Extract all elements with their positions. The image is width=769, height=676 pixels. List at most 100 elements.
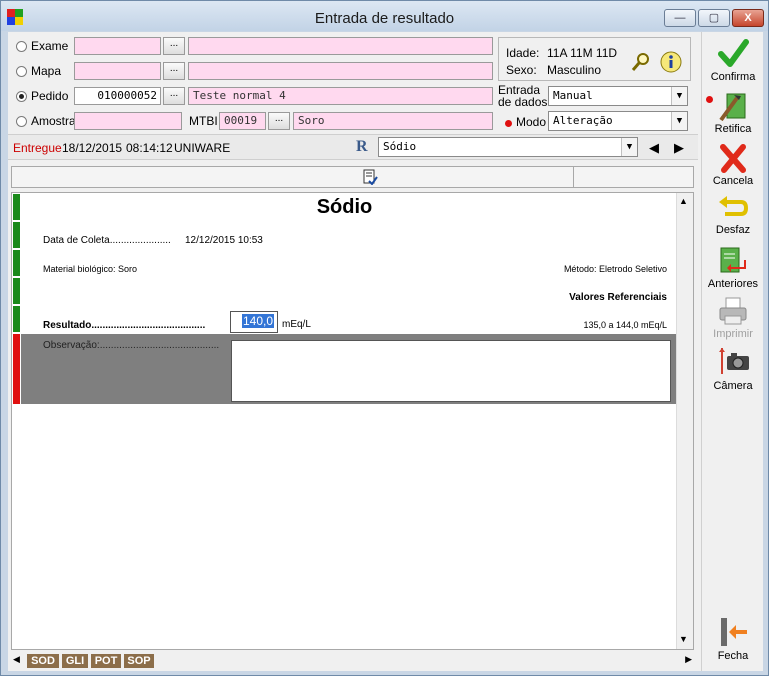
panel-tab-gli[interactable]: GLI [62, 654, 88, 668]
ref-range: 135,0 a 144,0 mEq/L [583, 320, 667, 330]
pedido-desc-field[interactable]: Teste normal 4 [188, 87, 493, 105]
sexo-label: Sexo: [506, 63, 537, 77]
observacao-label: Observação:.............................… [43, 340, 220, 351]
sheet-toolbar [11, 166, 694, 188]
panel-tab-sop[interactable]: SOP [124, 654, 154, 668]
panel-tab-sod[interactable]: SOD [27, 654, 59, 668]
check-icon [718, 39, 749, 67]
sexo-value: Masculino [547, 63, 602, 77]
pedido-label: Pedido [31, 89, 69, 103]
entrada-dados-select[interactable]: Manual ▼ [548, 86, 688, 106]
retifica-indicator-dot [706, 96, 713, 103]
mapa-desc-field[interactable] [188, 62, 493, 80]
search-icon[interactable] [631, 52, 651, 72]
r-icon[interactable]: R [356, 138, 368, 156]
entrada-dados-value: Manual [553, 89, 593, 102]
resultado-label: Resultado...............................… [43, 320, 206, 331]
cancela-button[interactable]: Cancela [702, 140, 764, 188]
amostra-code-field[interactable] [74, 112, 182, 130]
panel-tab-pot[interactable]: POT [91, 654, 121, 668]
modo-select[interactable]: Alteração ▼ [548, 111, 688, 131]
camera-label: Câmera [713, 380, 753, 392]
patient-info-box: Idade: 11A 11M 11D Sexo: Masculino [498, 37, 691, 81]
entrada-dados-label: Entrada de dados [498, 84, 547, 108]
observacao-textarea[interactable] [231, 340, 671, 402]
printer-icon [719, 297, 747, 325]
imprimir-button[interactable]: Imprimir [702, 294, 764, 342]
mtbi-code-field[interactable]: 00019 [219, 112, 266, 130]
minimize-button[interactable]: — [664, 9, 696, 27]
row-status-bar-green [13, 222, 20, 248]
desfaz-button[interactable]: Desfaz [702, 192, 764, 238]
mtbi-lookup-button[interactable]: ... [268, 112, 290, 130]
status-date: 18/12/2015 [62, 141, 123, 155]
exit-door-icon [721, 618, 747, 646]
scroll-left-icon[interactable]: ◀ [13, 654, 20, 665]
resultado-input[interactable]: 140,0 [230, 311, 278, 333]
result-sheet: Sódio Data de Coleta....................… [11, 192, 694, 650]
material-label: Material biológico: Soro [43, 264, 138, 274]
exame-desc-field[interactable] [188, 37, 493, 55]
chevron-down-icon[interactable]: ▼ [671, 87, 687, 105]
exame-radio[interactable] [16, 41, 27, 52]
modo-value: Alteração [553, 114, 613, 127]
pedido-code-field[interactable]: 010000052 [74, 87, 161, 105]
exame-lookup-button[interactable]: ... [163, 37, 185, 55]
mapa-label: Mapa [31, 64, 62, 78]
horizontal-scrollbar[interactable]: ◀ SOD GLI POT SOP ▶ [11, 652, 694, 668]
scroll-right-icon[interactable]: ▶ [685, 654, 692, 665]
confirma-button[interactable]: Confirma [702, 36, 764, 84]
status-bar: Entregue 18/12/2015 08:14:12 UNIWARE R S… [8, 134, 698, 160]
mapa-code-field[interactable] [74, 62, 161, 80]
action-sidebar: Confirma Retifica Cancela Desfaz Anterio… [701, 32, 763, 671]
chevron-down-icon[interactable]: ▼ [621, 138, 637, 156]
camera-button[interactable]: Câmera [702, 346, 764, 394]
prev-exam-icon[interactable]: ◀ [649, 140, 659, 156]
anteriores-button[interactable]: Anteriores [702, 244, 764, 292]
pedido-lookup-button[interactable]: ... [163, 87, 185, 105]
maximize-button[interactable]: ▢ [698, 9, 730, 27]
status-state: Entregue [13, 141, 62, 155]
mapa-radio[interactable] [16, 66, 27, 77]
next-exam-icon[interactable]: ▶ [674, 140, 684, 156]
amostra-label: Amostra [31, 114, 76, 128]
pedido-radio[interactable] [16, 91, 27, 102]
coleta-value: 12/12/2015 10:53 [185, 235, 263, 246]
info-icon[interactable] [659, 50, 683, 74]
cancela-label: Cancela [712, 175, 754, 187]
close-button[interactable]: X [732, 9, 764, 27]
title-bar: Entrada de resultado — ▢ X [1, 1, 768, 31]
exame-code-field[interactable] [74, 37, 161, 55]
fecha-label: Fecha [717, 650, 749, 662]
exam-select-value: Sódio [383, 140, 417, 153]
toolbar-divider [573, 167, 574, 187]
window-title: Entrada de resultado [314, 10, 455, 27]
mtbi-desc-field[interactable]: Soro [293, 112, 493, 130]
scroll-up-icon[interactable]: ▲ [679, 196, 688, 206]
exam-select[interactable]: Sódio ▼ [378, 137, 638, 157]
row-status-bar-green [13, 278, 20, 304]
exame-label: Exame [31, 39, 69, 53]
anteriores-icon [720, 247, 746, 273]
retifica-button[interactable]: Retifica [702, 88, 764, 136]
client-area: Exame ... Mapa ... Pedido 010000052 ... … [8, 32, 763, 671]
edit-document-icon[interactable] [362, 169, 378, 185]
confirma-label: Confirma [710, 71, 756, 83]
chevron-down-icon[interactable]: ▼ [671, 112, 687, 130]
scroll-down-icon[interactable]: ▼ [679, 634, 688, 644]
idade-value: 11A 11M 11D [547, 46, 618, 60]
row-status-bar-green [13, 250, 20, 276]
coleta-label: Data de Coleta...................... [43, 235, 171, 246]
metodo-label: Método: Eletrodo Seletivo [563, 264, 667, 274]
status-user: UNIWARE [174, 141, 231, 155]
retifica-icon [719, 93, 746, 122]
amostra-radio[interactable] [16, 116, 27, 127]
anteriores-label: Anteriores [707, 278, 759, 290]
resultado-unit: mEq/L [282, 319, 311, 330]
mapa-lookup-button[interactable]: ... [163, 62, 185, 80]
vertical-scrollbar[interactable]: ▲ ▼ [676, 193, 693, 649]
entrada-label-line2: de dados [498, 95, 548, 109]
row-status-bar-green [13, 306, 20, 332]
fecha-button[interactable]: Fecha [702, 616, 764, 664]
resultado-value: 140,0 [241, 314, 274, 328]
